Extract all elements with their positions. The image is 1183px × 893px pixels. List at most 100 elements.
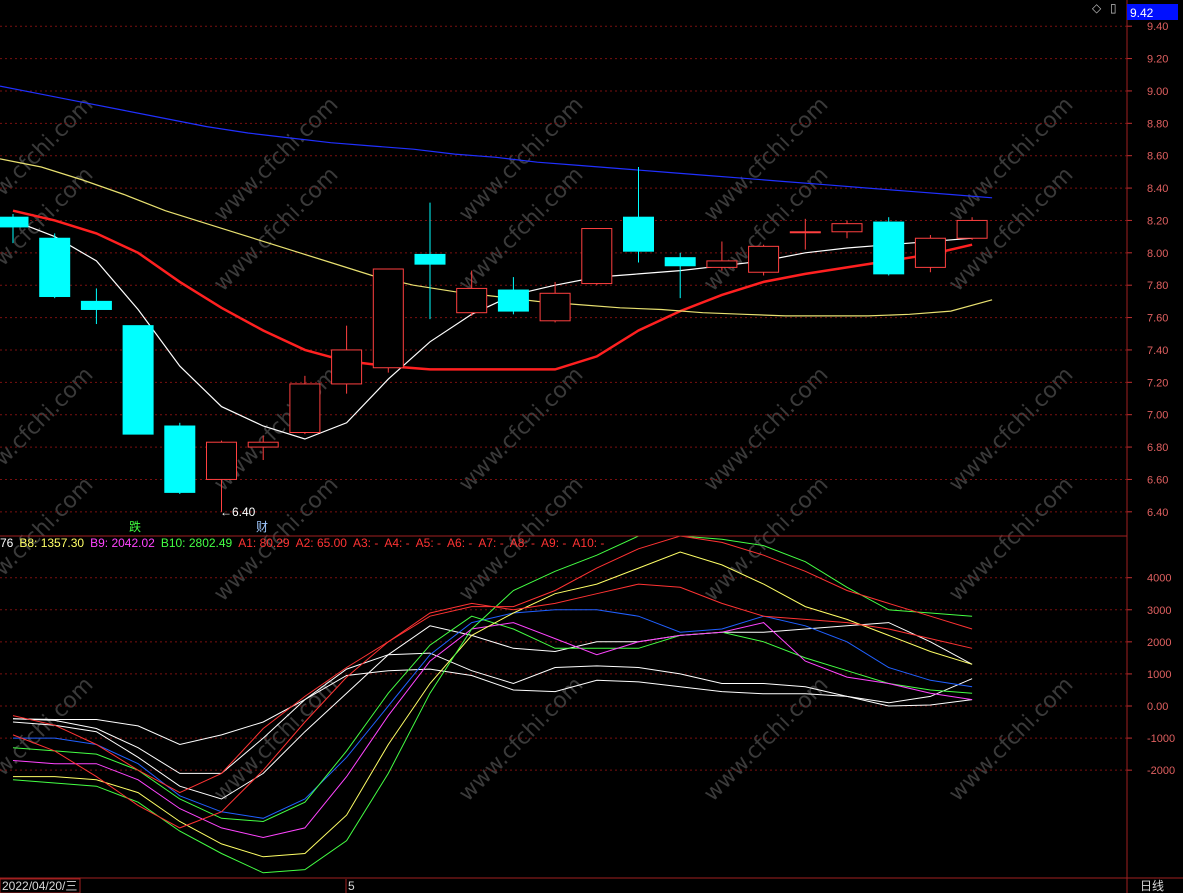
candle-body bbox=[206, 441, 237, 480]
indicator-tick-label: 1000 bbox=[1147, 669, 1171, 681]
date-label: 2022/04/20/三 bbox=[2, 879, 77, 893]
price-tick-label: 7.00 bbox=[1147, 410, 1168, 422]
price-tick-label: 7.80 bbox=[1147, 280, 1168, 292]
price-tick-label: 8.40 bbox=[1147, 183, 1168, 195]
candlestick bbox=[956, 217, 988, 240]
watermark-text: www.cfchi.com bbox=[454, 162, 588, 296]
candle-body bbox=[914, 237, 946, 268]
indicator-series-line bbox=[12, 615, 973, 823]
indicator-series-line bbox=[12, 535, 973, 874]
indicator-legend-item: A9: - bbox=[541, 536, 566, 550]
candlestick bbox=[372, 268, 404, 373]
candlestick bbox=[748, 244, 780, 276]
indicator-series-line bbox=[12, 668, 973, 746]
event-cai-marker[interactable]: 财 bbox=[256, 520, 268, 534]
indicator-series-line bbox=[13, 609, 973, 819]
indicator-lines bbox=[12, 535, 973, 874]
watermark-text: www.cfchi.com bbox=[209, 162, 343, 296]
price-tick-label: 7.40 bbox=[1147, 345, 1168, 357]
candle-body bbox=[497, 289, 529, 312]
indicator-legend-item: B8: 1357.30 bbox=[19, 536, 84, 550]
candlestick bbox=[497, 277, 529, 315]
indicator-legend-item: A6: - bbox=[447, 536, 472, 550]
price-tick-label: 8.60 bbox=[1147, 151, 1168, 163]
candle-body bbox=[539, 292, 571, 322]
indicator-legend-item: A4: - bbox=[384, 536, 409, 550]
candlestick bbox=[39, 233, 71, 299]
indicator-tick-label: 0.00 bbox=[1147, 701, 1168, 713]
candle-body bbox=[706, 260, 738, 268]
watermark-text: www.cfchi.com bbox=[944, 92, 1078, 226]
price-tick-label: 6.80 bbox=[1147, 442, 1168, 454]
indicator-legend-item: A5: - bbox=[416, 536, 441, 550]
indicator-axis: 4000 3000 2000 1000 0.00 -1000 -2000 bbox=[1127, 573, 1175, 777]
watermark-text: www.cfchi.com bbox=[699, 92, 833, 226]
indicator-series-line bbox=[13, 551, 973, 858]
indicator-legend-item: A3: - bbox=[353, 536, 378, 550]
candle-body bbox=[39, 237, 71, 298]
candlestick bbox=[289, 375, 321, 435]
low-price-label: ←6.40 bbox=[220, 505, 256, 519]
candle-body bbox=[0, 216, 29, 228]
period-marker: 5 bbox=[348, 879, 355, 893]
candlestick bbox=[164, 422, 196, 495]
price-tick-label: 9.20 bbox=[1147, 54, 1168, 66]
indicator-tick-label: 2000 bbox=[1147, 637, 1171, 649]
watermark-text: www.cfchi.com bbox=[699, 672, 833, 806]
indicator-legend-item: A8: - bbox=[510, 536, 535, 550]
candlestick bbox=[331, 325, 363, 394]
indicator-tick-label: 4000 bbox=[1147, 573, 1171, 585]
panel-box-icon[interactable]: ▯ bbox=[1110, 1, 1117, 15]
candlestick bbox=[206, 440, 237, 512]
candle-body bbox=[956, 219, 988, 239]
watermark-text: www.cfchi.com bbox=[0, 672, 98, 806]
indicator-legend: 76 B8: 1357.30 B9: 2042.02 B10: 2802.49 A1: … bbox=[0, 536, 604, 550]
indicator-legend-item: A7: - bbox=[478, 536, 503, 550]
candlestick bbox=[914, 235, 946, 273]
period-label[interactable]: 日线 bbox=[1140, 879, 1164, 893]
candle-body bbox=[789, 231, 821, 234]
candle-body bbox=[122, 325, 154, 435]
watermark-text: www.cfchi.com bbox=[209, 672, 343, 806]
candle-body bbox=[80, 300, 112, 310]
candle-body bbox=[247, 441, 279, 448]
diamond-icon[interactable]: ◇ bbox=[1092, 1, 1102, 15]
candlestick bbox=[873, 217, 905, 276]
candle-body bbox=[873, 221, 905, 275]
watermark-text: www.cfchi.com bbox=[209, 92, 343, 226]
indicator-tick-label: -1000 bbox=[1147, 733, 1175, 745]
candlestick bbox=[80, 288, 112, 325]
event-die-marker[interactable]: 跌 bbox=[129, 519, 141, 534]
watermark-text: www.cfchi.com bbox=[699, 162, 833, 296]
price-tick-label: 9.40 bbox=[1147, 21, 1168, 33]
candlestick bbox=[623, 167, 654, 263]
price-tick-label: 8.20 bbox=[1147, 215, 1168, 227]
candle-body bbox=[331, 349, 363, 385]
candle-body bbox=[623, 216, 654, 252]
candle-body bbox=[289, 383, 321, 433]
candlestick bbox=[122, 325, 154, 435]
candle-body bbox=[664, 257, 696, 267]
price-badge: 9.42 bbox=[1130, 6, 1154, 20]
candle-body bbox=[164, 425, 196, 493]
indicator-legend-item: B10: 2802.49 bbox=[161, 536, 233, 550]
candlestick bbox=[831, 220, 863, 239]
indicator-tick-label: -2000 bbox=[1147, 765, 1175, 777]
indicator-tick-label: 3000 bbox=[1147, 605, 1171, 617]
candle-body bbox=[372, 268, 404, 369]
indicator-legend-item: A10: - bbox=[572, 536, 604, 550]
indicator-legend-item: A2: 65.00 bbox=[296, 536, 348, 550]
price-tick-label: 7.60 bbox=[1147, 313, 1168, 325]
candle-body bbox=[456, 287, 488, 314]
candlestick bbox=[789, 218, 821, 250]
price-tick-label: 8.00 bbox=[1147, 248, 1168, 260]
watermark-text: www.cfchi.com bbox=[454, 92, 588, 226]
candle-body bbox=[581, 228, 613, 285]
indicator-legend-item: 76 bbox=[0, 536, 14, 550]
stock-chart[interactable]: www.cfchi.com www.cfchi.com www.cfchi.com w… bbox=[0, 0, 1183, 893]
indicator-legend-item: B9: 2042.02 bbox=[90, 536, 155, 550]
watermark-layer: www.cfchi.com www.cfchi.com www.cfchi.com w… bbox=[0, 92, 1078, 806]
price-tick-label: 6.60 bbox=[1147, 474, 1168, 486]
candle-body bbox=[414, 253, 446, 265]
price-tick-label: 7.20 bbox=[1147, 377, 1168, 389]
